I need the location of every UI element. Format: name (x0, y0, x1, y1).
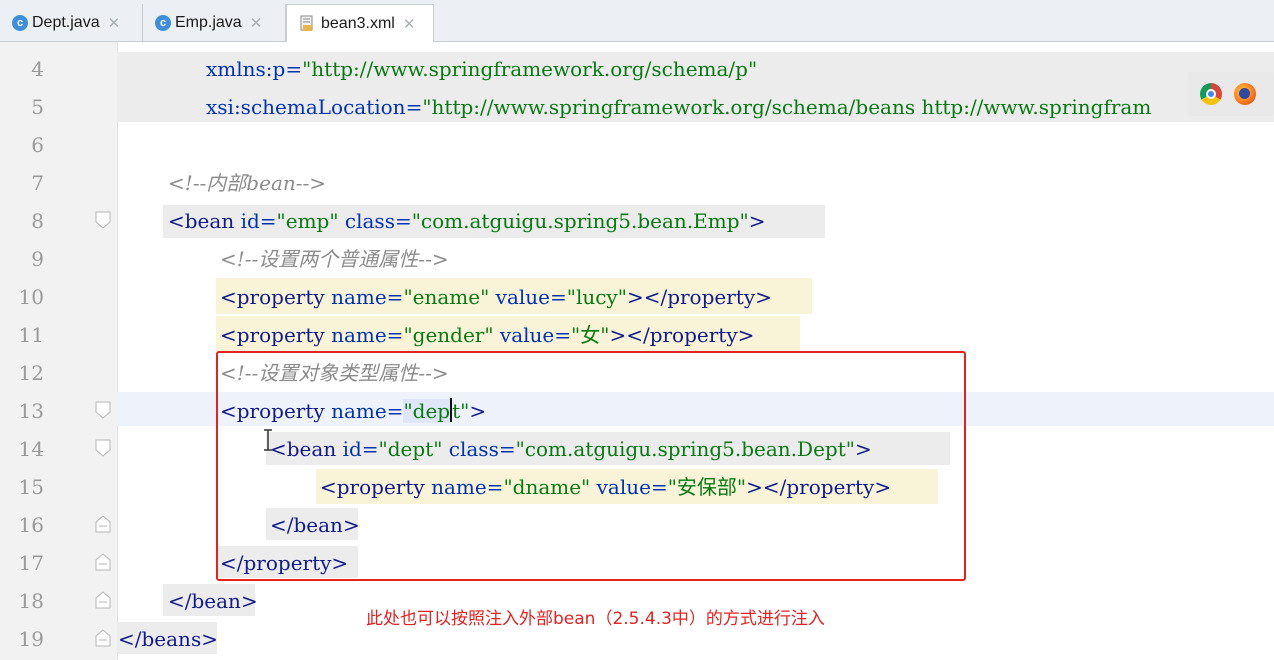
java-class-icon: c (12, 14, 28, 31)
line-number: 4 (31, 57, 44, 81)
line-number: 11 (18, 323, 44, 347)
fold-icon[interactable] (94, 553, 112, 571)
close-icon[interactable]: ✕ (403, 15, 416, 33)
tab-label: bean3.xml (321, 14, 395, 32)
line-number: 12 (18, 361, 44, 385)
line-number: 9 (31, 247, 44, 271)
fold-icon[interactable] (94, 211, 112, 229)
code-line-9-comment[interactable]: <!--设置两个普通属性--> (220, 244, 449, 276)
close-icon[interactable]: ✕ (108, 14, 121, 32)
line-number: 13 (18, 399, 44, 423)
code-line-10[interactable]: <property name="ename" value="lucy"></pr… (220, 282, 772, 314)
tab-emp-java[interactable]: c Emp.java ✕ (143, 4, 286, 41)
fold-icon[interactable] (94, 629, 112, 647)
line-number: 17 (18, 551, 44, 575)
annotation-note: 此处也可以按照注入外部bean（2.5.4.3中）的方式进行注入 (366, 609, 825, 629)
tab-label: Emp.java (175, 13, 242, 31)
fold-icon[interactable] (94, 591, 112, 609)
editor-tab-bar: c Dept.java ✕ c Emp.java ✕ bean3.xml ✕ (0, 0, 1274, 42)
fold-icon[interactable] (94, 439, 112, 457)
line-number: 15 (18, 475, 44, 499)
annotation-box (216, 351, 966, 581)
tab-dept-java[interactable]: c Dept.java ✕ (0, 4, 143, 41)
code-line-18[interactable]: </bean> (168, 586, 258, 618)
java-class-icon: c (155, 14, 171, 31)
firefox-icon[interactable] (1234, 83, 1256, 105)
close-icon[interactable]: ✕ (250, 14, 263, 32)
chrome-icon[interactable] (1200, 83, 1222, 105)
line-number: 7 (31, 171, 44, 195)
browser-preview-bar (1188, 72, 1274, 116)
tab-bean3-xml[interactable]: bean3.xml ✕ (286, 4, 434, 42)
line-number: 16 (18, 513, 44, 537)
line-number: 18 (18, 589, 44, 613)
fold-icon[interactable] (94, 515, 112, 533)
tab-label: Dept.java (32, 13, 100, 31)
code-line-11[interactable]: <property name="gender" value="女"></prop… (220, 320, 754, 352)
xml-file-icon (300, 15, 313, 31)
line-number: 8 (31, 209, 44, 233)
code-line-8[interactable]: <bean id="emp" class="com.atguigu.spring… (168, 206, 766, 238)
line-number: 19 (18, 627, 44, 651)
code-line-4[interactable]: xmlns:p="http://www.springframework.org/… (206, 54, 757, 86)
line-number: 14 (18, 437, 44, 461)
code-line-19[interactable]: </beans> (118, 624, 218, 656)
fold-icon[interactable] (94, 401, 112, 419)
line-number: 6 (31, 133, 44, 157)
code-line-7-comment[interactable]: <!--内部bean--> (168, 168, 326, 200)
code-line-5[interactable]: xsi:schemaLocation="http://www.springfra… (206, 92, 1151, 124)
line-number: 10 (18, 285, 44, 309)
line-number: 5 (31, 95, 44, 119)
